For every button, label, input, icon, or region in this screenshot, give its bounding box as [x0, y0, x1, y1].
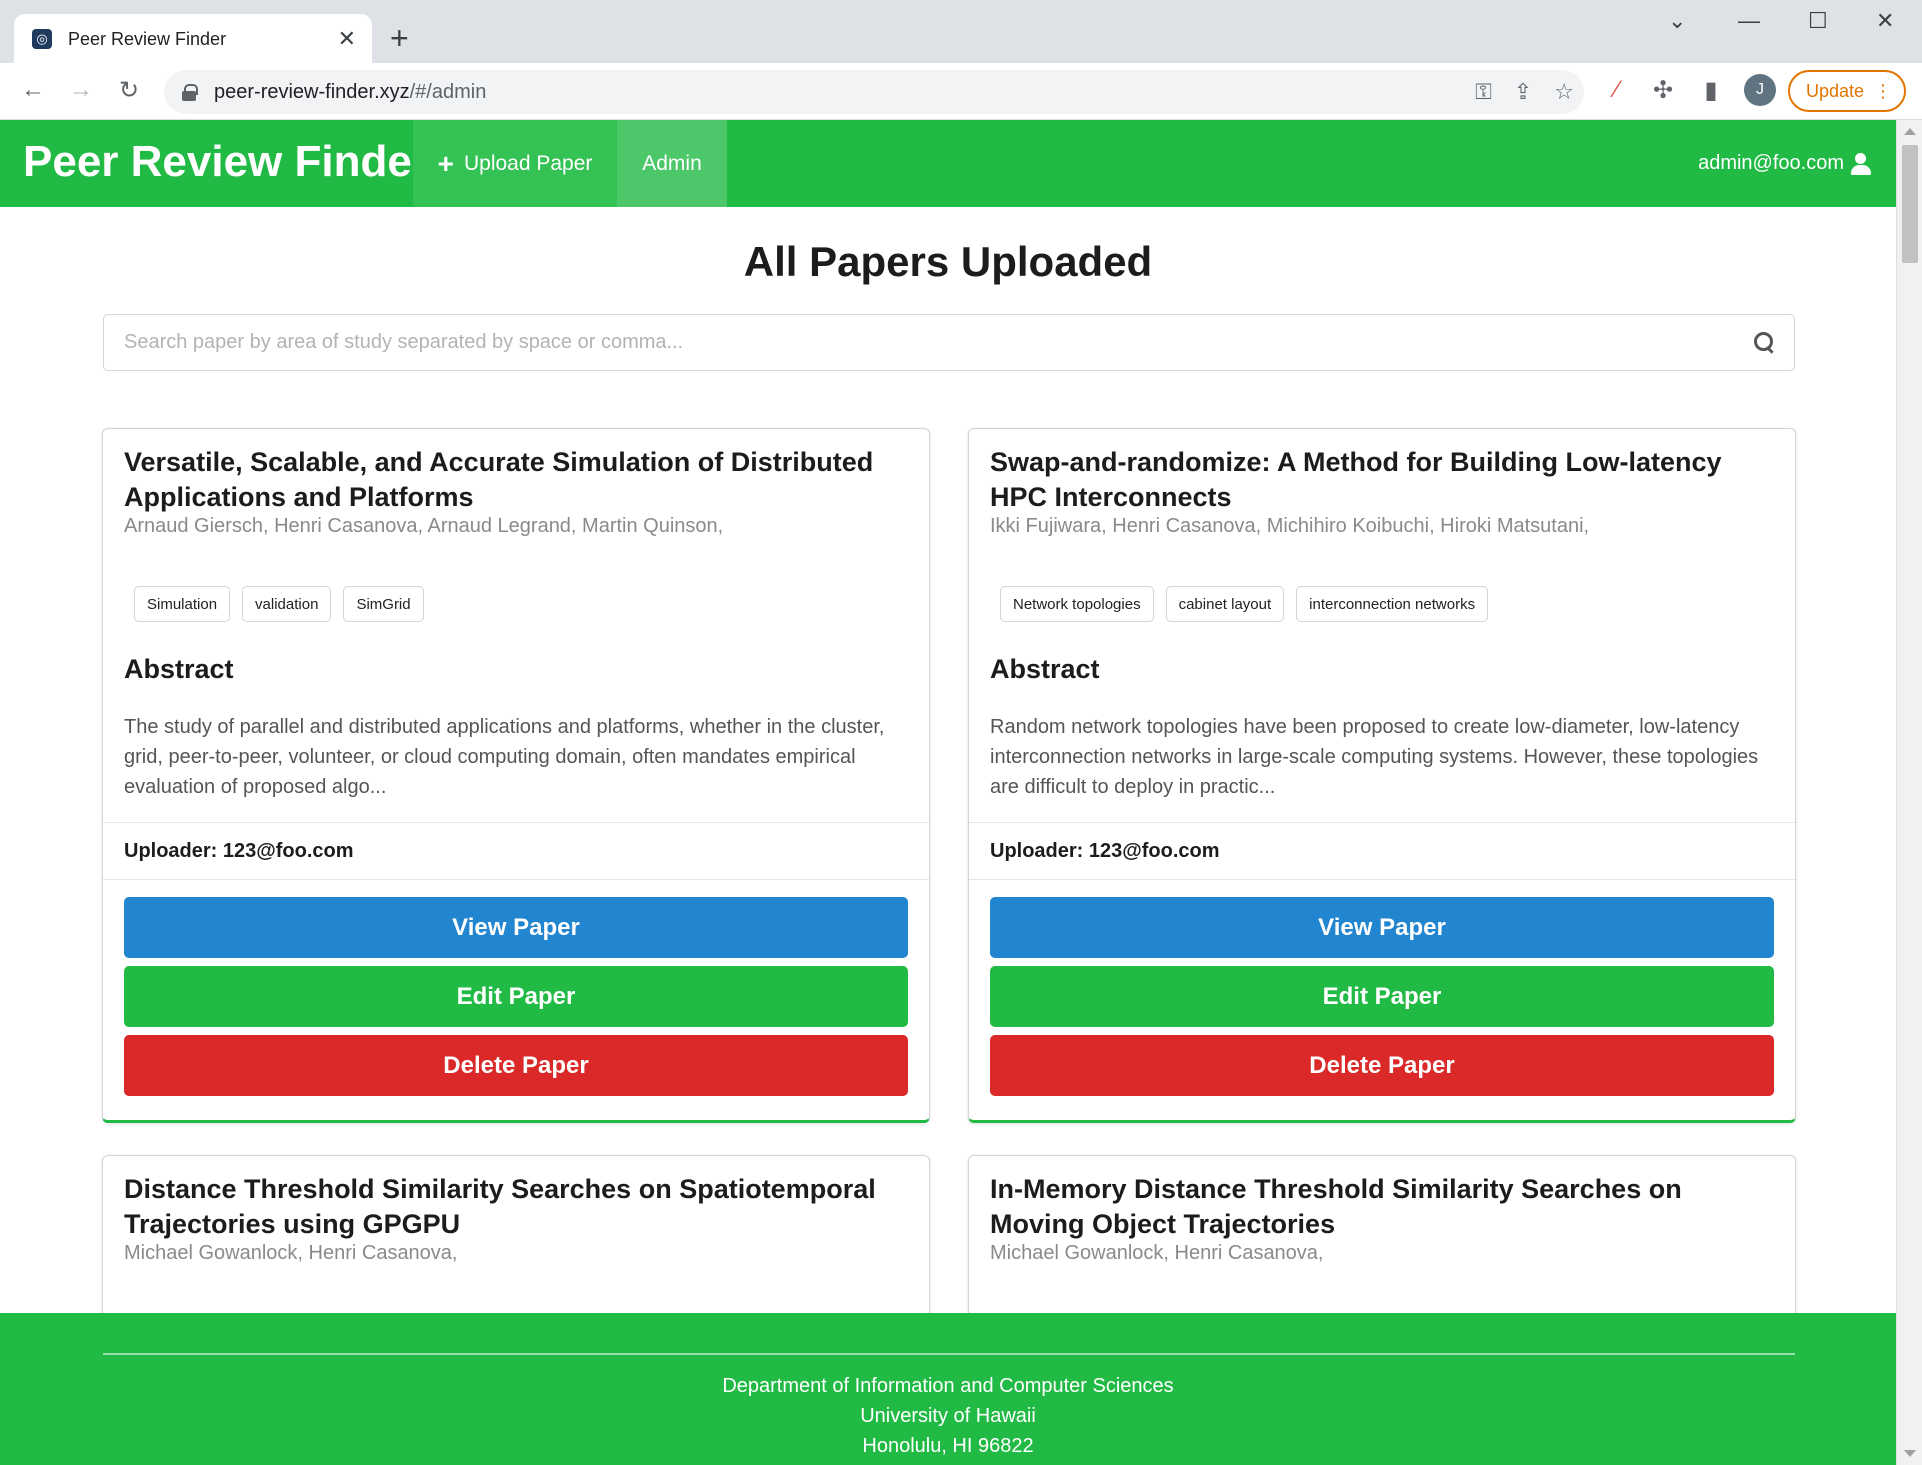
- admin-link[interactable]: Admin: [617, 120, 727, 207]
- uploader-label: Uploader: 123@foo.com: [990, 840, 1220, 862]
- footer-address: Honolulu, HI 96822: [862, 1435, 1034, 1457]
- footer-department: Department of Information and Computer S…: [722, 1375, 1174, 1397]
- plus-icon: +: [437, 147, 454, 179]
- user-menu[interactable]: admin@foo.com: [1698, 120, 1872, 207]
- page-title: All Papers Uploaded: [743, 238, 1153, 285]
- paper-tag[interactable]: Network topologies: [1000, 586, 1154, 622]
- bookmark-star-icon[interactable]: ☆: [1554, 79, 1574, 105]
- paper-tag[interactable]: Simulation: [134, 586, 231, 622]
- paper-title: Swap-and-randomize: A Method for Buildin…: [990, 447, 1722, 512]
- key-icon[interactable]: ⚿: [1475, 79, 1492, 105]
- paper-tag[interactable]: validation: [242, 586, 332, 622]
- upload-paper-link[interactable]: + Upload Paper: [413, 120, 617, 207]
- minimize-icon[interactable]: —: [1738, 8, 1760, 34]
- paper-card: Versatile, Scalable, and Accurate Simula…: [102, 428, 930, 1123]
- tab-search-icon[interactable]: ⌄: [1668, 8, 1686, 34]
- paper-title: In-Memory Distance Threshold Similarity …: [990, 1174, 1682, 1239]
- url-domain: peer-review-finder.xyz: [214, 80, 410, 103]
- user-icon: [1850, 152, 1872, 175]
- scroll-up-icon[interactable]: [1904, 128, 1916, 135]
- paper-tag[interactable]: cabinet layout: [1165, 586, 1285, 622]
- browser-tabstrip: ◎ Peer Review Finder ✕ + ⌄ — ☐ ✕: [0, 0, 1922, 64]
- view-paper-button[interactable]: View Paper: [990, 897, 1774, 958]
- paper-card: Swap-and-randomize: A Method for Buildin…: [968, 428, 1796, 1123]
- footer-university: University of Hawaii: [860, 1405, 1036, 1427]
- page-footer: Department of Information and Computer S…: [0, 1313, 1896, 1465]
- scroll-down-icon[interactable]: [1904, 1450, 1916, 1457]
- paper-tags: Simulation validation SimGrid: [134, 586, 424, 622]
- user-email: admin@foo.com: [1698, 152, 1844, 174]
- divider: [103, 879, 929, 880]
- extensions-puzzle-icon[interactable]: ✣: [1644, 71, 1682, 109]
- profile-avatar[interactable]: J: [1744, 74, 1776, 106]
- search-icon[interactable]: [1754, 331, 1776, 354]
- delete-paper-button[interactable]: Delete Paper: [124, 1035, 908, 1096]
- paper-authors: Michael Gowanlock, Henri Casanova,: [124, 1242, 458, 1264]
- extension-icon[interactable]: ⁄: [1598, 71, 1636, 109]
- browser-tab[interactable]: ◎ Peer Review Finder ✕: [14, 14, 372, 64]
- admin-label: Admin: [642, 151, 702, 175]
- abstract-text: The study of parallel and distributed ap…: [124, 716, 885, 798]
- browser-toolbar: ← → ↻ peer-review-finder.xyz/#/admin ⚿ ⇪…: [0, 63, 1922, 120]
- upload-paper-label: Upload Paper: [463, 151, 593, 175]
- abstract-heading: Abstract: [990, 654, 1100, 684]
- edit-paper-button[interactable]: Edit Paper: [124, 966, 908, 1027]
- paper-tags: Network topologies cabinet layout interc…: [1000, 586, 1489, 622]
- paper-authors: Michael Gowanlock, Henri Casanova,: [990, 1242, 1324, 1264]
- app-favicon-icon: ◎: [32, 29, 52, 49]
- tab-title: Peer Review Finder: [68, 28, 227, 49]
- search-input[interactable]: Search paper by area of study separated …: [103, 314, 1795, 371]
- side-panel-icon[interactable]: ▮: [1692, 71, 1730, 109]
- scrollbar-thumb[interactable]: [1902, 145, 1918, 263]
- paper-title: Versatile, Scalable, and Accurate Simula…: [124, 447, 874, 512]
- more-menu-icon: ⋮: [1874, 80, 1892, 101]
- footer-divider: [103, 1353, 1795, 1355]
- brand-logo[interactable]: Peer Review Finder: [23, 136, 429, 188]
- page-scrollbar[interactable]: [1896, 120, 1922, 1465]
- url-path: /#/admin: [409, 80, 487, 103]
- page-viewport: Peer Review Finder + Upload Paper Admin …: [0, 120, 1896, 1465]
- top-navbar: Peer Review Finder + Upload Paper Admin …: [0, 120, 1896, 207]
- divider: [103, 822, 929, 823]
- update-button[interactable]: Update ⋮: [1788, 70, 1906, 112]
- edit-paper-button[interactable]: Edit Paper: [990, 966, 1774, 1027]
- update-label: Update: [1806, 80, 1865, 101]
- uploader-label: Uploader: 123@foo.com: [124, 840, 354, 862]
- view-paper-button[interactable]: View Paper: [124, 897, 908, 958]
- paper-authors: Ikki Fujiwara, Henri Casanova, Michihiro…: [990, 515, 1590, 537]
- paper-authors: Arnaud Giersch, Henri Casanova, Arnaud L…: [124, 515, 724, 537]
- divider: [969, 822, 1795, 823]
- lock-icon: [182, 84, 198, 101]
- share-icon[interactable]: ⇪: [1514, 79, 1532, 105]
- close-tab-icon[interactable]: ✕: [338, 26, 356, 52]
- maximize-icon[interactable]: ☐: [1808, 8, 1828, 34]
- paper-tag[interactable]: SimGrid: [343, 586, 424, 622]
- paper-title: Distance Threshold Similarity Searches o…: [124, 1174, 876, 1239]
- paper-tag[interactable]: interconnection networks: [1296, 586, 1489, 622]
- address-bar[interactable]: peer-review-finder.xyz/#/admin ⚿ ⇪ ☆: [164, 70, 1584, 114]
- back-arrow-icon[interactable]: ←: [14, 71, 52, 109]
- divider: [969, 879, 1795, 880]
- abstract-text: Random network topologies have been prop…: [990, 716, 1759, 798]
- close-window-icon[interactable]: ✕: [1876, 8, 1894, 34]
- search-placeholder: Search paper by area of study separated …: [124, 331, 684, 353]
- abstract-heading: Abstract: [124, 654, 234, 684]
- new-tab-button[interactable]: +: [390, 20, 409, 56]
- forward-arrow-icon[interactable]: →: [62, 71, 100, 109]
- url-text: peer-review-finder.xyz/#/admin: [214, 81, 486, 104]
- delete-paper-button[interactable]: Delete Paper: [990, 1035, 1774, 1096]
- reload-icon[interactable]: ↻: [110, 71, 148, 109]
